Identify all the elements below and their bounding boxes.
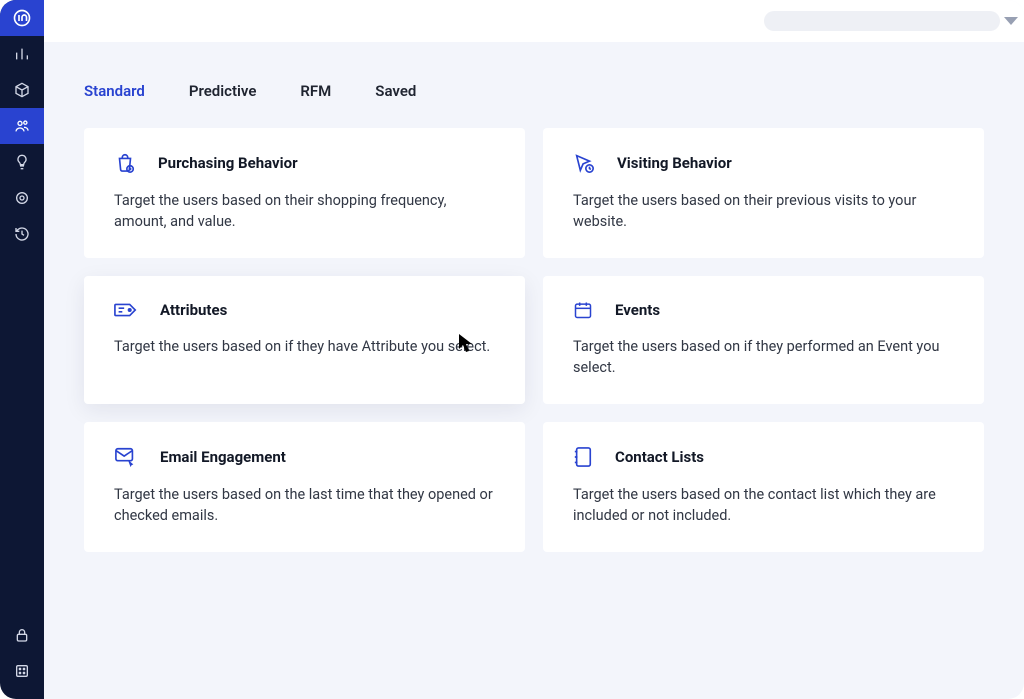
contact-list-icon	[573, 446, 593, 468]
lightbulb-icon	[14, 154, 30, 170]
card-description: Target the users based on if they perfor…	[573, 336, 954, 378]
calendar-icon	[573, 300, 593, 320]
top-bar	[44, 0, 1024, 42]
tab-label: RFM	[300, 82, 331, 100]
lock-icon	[14, 627, 30, 643]
card-attributes[interactable]: Attributes Target the users based on if …	[84, 276, 525, 404]
chevron-down-icon	[1004, 17, 1018, 25]
target-icon	[14, 190, 30, 206]
card-email-engagement[interactable]: Email Engagement Target the users based …	[84, 422, 525, 552]
tab-label: Saved	[375, 82, 416, 100]
card-header: Contact Lists	[573, 446, 954, 468]
bar-chart-icon	[14, 46, 30, 62]
tab-predictive[interactable]: Predictive	[189, 82, 257, 100]
nav-targeting[interactable]	[0, 180, 44, 216]
app-logo[interactable]	[0, 0, 44, 36]
card-visiting-behavior[interactable]: Visiting Behavior Target the users based…	[543, 128, 984, 258]
grid-icon	[14, 663, 30, 679]
in-logo-icon	[13, 9, 31, 27]
tab-standard[interactable]: Standard	[84, 82, 145, 100]
users-icon	[14, 118, 30, 134]
tab-label: Predictive	[189, 82, 257, 100]
tag-icon	[114, 300, 138, 320]
card-description: Target the users based on the contact li…	[573, 484, 954, 526]
card-description: Target the users based on their shopping…	[114, 190, 495, 232]
card-grid: Purchasing Behavior Target the users bas…	[84, 128, 984, 552]
nav-analytics[interactable]	[0, 36, 44, 72]
tab-rfm[interactable]: RFM	[300, 82, 331, 100]
cube-icon	[14, 82, 30, 98]
shopping-bag-icon	[114, 152, 136, 174]
nav-apps[interactable]	[0, 653, 44, 689]
card-header: Events	[573, 300, 954, 320]
card-header: Purchasing Behavior	[114, 152, 495, 174]
nav-history[interactable]	[0, 216, 44, 252]
card-header: Email Engagement	[114, 446, 495, 468]
nav-bottom	[0, 617, 44, 699]
tab-bar: Standard Predictive RFM Saved	[84, 82, 984, 128]
tab-saved[interactable]: Saved	[375, 82, 416, 100]
main-area: Standard Predictive RFM Saved Purchasing…	[44, 0, 1024, 699]
nav-ideas[interactable]	[0, 144, 44, 180]
card-description: Target the users based on if they have A…	[114, 336, 495, 357]
content: Standard Predictive RFM Saved Purchasing…	[44, 42, 1024, 552]
tab-label: Standard	[84, 82, 145, 100]
card-title: Events	[615, 301, 660, 319]
app-root: Standard Predictive RFM Saved Purchasing…	[0, 0, 1024, 699]
nav-security[interactable]	[0, 617, 44, 653]
left-sidebar	[0, 0, 44, 699]
card-description: Target the users based on the last time …	[114, 484, 495, 526]
card-title: Contact Lists	[615, 448, 704, 466]
workspace-selector[interactable]	[764, 11, 1000, 31]
nav-audiences[interactable]	[0, 108, 44, 144]
nav-items	[0, 36, 44, 252]
card-events[interactable]: Events Target the users based on if they…	[543, 276, 984, 404]
card-purchasing-behavior[interactable]: Purchasing Behavior Target the users bas…	[84, 128, 525, 258]
card-contact-lists[interactable]: Contact Lists Target the users based on …	[543, 422, 984, 552]
kite-clock-icon	[573, 152, 595, 174]
card-title: Visiting Behavior	[617, 154, 732, 172]
card-header: Attributes	[114, 300, 495, 320]
history-icon	[14, 226, 30, 242]
card-header: Visiting Behavior	[573, 152, 954, 174]
card-title: Email Engagement	[160, 448, 286, 466]
card-description: Target the users based on their previous…	[573, 190, 954, 232]
nav-catalog[interactable]	[0, 72, 44, 108]
card-title: Purchasing Behavior	[158, 154, 298, 172]
card-title: Attributes	[160, 301, 227, 319]
email-click-icon	[114, 446, 138, 468]
